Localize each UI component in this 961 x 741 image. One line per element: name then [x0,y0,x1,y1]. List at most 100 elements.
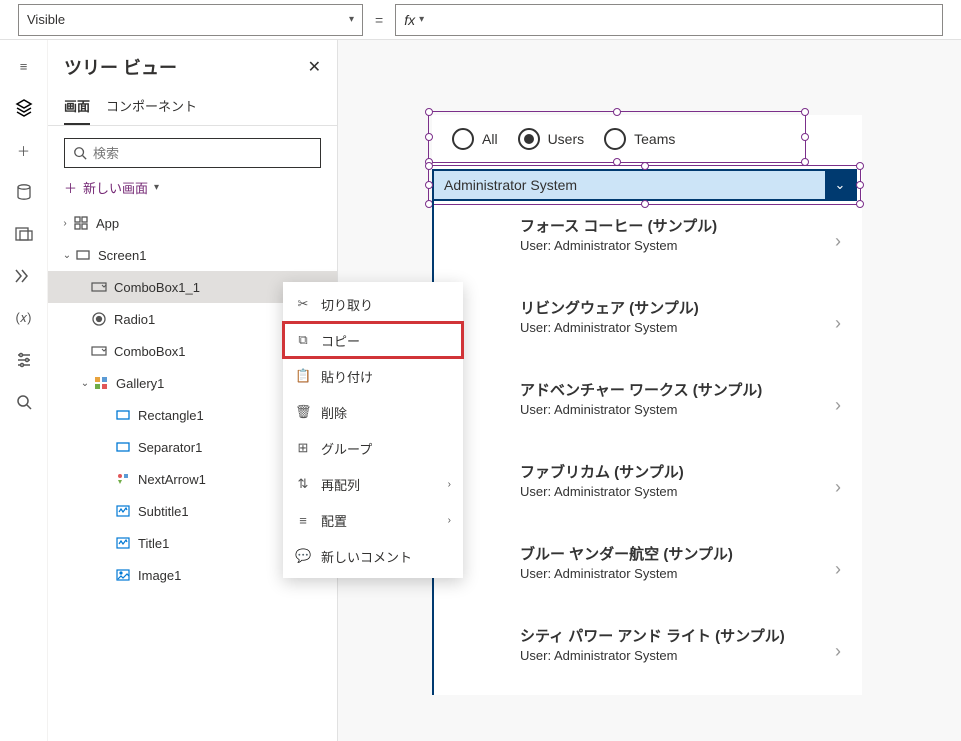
chevron-right-icon: › [835,313,841,334]
trash-icon: 🗑 [295,404,311,420]
menu-group[interactable]: ⊞ グループ [283,430,463,466]
menu-comment[interactable]: 💬 新しいコメント [283,538,463,574]
chevron-right-icon: › [835,231,841,252]
gallery-preview[interactable]: フォース コーヒー (サンプル)User: Administrator Syst… [432,201,857,695]
variables-icon[interactable]: (𝑥) [12,306,36,330]
gallery-item[interactable]: ブルー ヤンダー航空 (サンプル)User: Administrator Sys… [434,529,857,611]
menu-copy[interactable]: ⧉ コピー [283,322,463,358]
align-icon: ≡ [295,513,311,528]
tree-node-screen1[interactable]: ⌄ Screen1 [48,239,337,271]
text-icon [114,537,132,549]
tree-view-icon[interactable] [12,96,36,120]
gallery-item-subtitle: User: Administrator System [520,648,827,663]
chevron-down-icon[interactable]: ⌄ [78,378,92,389]
search-field[interactable] [93,146,312,161]
gallery-item-subtitle: User: Administrator System [520,238,827,253]
gallery-item-title: ファブリカム (サンプル) [520,461,827,482]
app-icon [72,216,90,230]
radio-button-icon [452,128,474,150]
plus-icon: ＋ [64,178,77,197]
gallery-item-title: リビングウェア (サンプル) [520,297,827,318]
tree-label: Screen1 [98,248,146,263]
paste-icon: 📋 [295,368,311,384]
property-selector[interactable]: Visible ▾ [18,4,363,36]
gallery-item-title: シティ パワー アンド ライト (サンプル) [520,625,827,646]
tree-label: Separator1 [138,440,202,455]
fx-icon: fx [404,12,415,28]
radio-group[interactable]: All Users Teams [432,115,802,163]
combobox-value: Administrator System [434,171,825,199]
combobox-icon [90,346,108,356]
image-icon [114,569,132,581]
gallery-item[interactable]: リビングウェア (サンプル)User: Administrator System… [434,283,857,365]
tab-screens[interactable]: 画面 [64,88,90,125]
equals-label: = [375,12,383,28]
chevron-down-icon: ▾ [154,182,159,193]
tree-label: ComboBox1 [114,344,186,359]
cut-icon: ✂ [295,296,311,312]
chevron-right-icon: › [835,641,841,662]
rectangle-icon [114,410,132,420]
new-screen-button[interactable]: ＋ 新しい画面 ▾ [48,174,337,207]
formula-bar: Visible ▾ = fx ▾ [0,0,961,40]
radio-users[interactable]: Users [518,128,585,150]
chevron-down-icon: ▾ [349,14,354,25]
data-icon[interactable] [12,180,36,204]
insert-icon[interactable]: ＋ [12,138,36,162]
left-rail: ≡ ＋ (𝑥) [0,40,48,741]
tree-label: Title1 [138,536,169,551]
tree-node-app[interactable]: › App [48,207,337,239]
tree-label: Radio1 [114,312,155,327]
gallery-item[interactable]: フォース コーヒー (サンプル)User: Administrator Syst… [434,201,857,283]
menu-cut[interactable]: ✂ 切り取り [283,286,463,322]
formula-input[interactable]: fx ▾ [395,4,943,36]
gallery-item[interactable]: シティ パワー アンド ライト (サンプル) User: Administrato… [434,611,857,693]
tree-label: NextArrow1 [138,472,206,487]
rectangle-icon [114,442,132,452]
gallery-item[interactable]: ファブリカム (サンプル)User: Administrator System› [434,447,857,529]
radio-button-icon [604,128,626,150]
tree-label: Rectangle1 [138,408,204,423]
search-input[interactable] [64,138,321,168]
close-icon[interactable]: ✕ [308,57,321,77]
tab-components[interactable]: コンポーネント [106,88,197,125]
combobox-icon [90,282,108,292]
screen-icon [74,250,92,260]
radio-icon [90,312,108,326]
search-icon [73,146,87,160]
menu-paste[interactable]: 📋 貼り付け [283,358,463,394]
property-name: Visible [27,12,65,27]
gallery-item-subtitle: User: Administrator System [520,566,827,581]
radio-teams[interactable]: Teams [604,128,675,150]
chevron-down-icon[interactable]: ⌄ [60,250,74,261]
reorder-icon: ⇅ [295,476,311,492]
radio-all[interactable]: All [452,128,498,150]
group-icon: ⊞ [295,440,311,456]
radio-button-icon [518,128,540,150]
icons-icon [114,472,132,486]
chevron-down-icon[interactable]: ⌄ [825,171,855,199]
copy-icon: ⧉ [295,332,311,348]
menu-delete[interactable]: 🗑 削除 [283,394,463,430]
tree-label: Subtitle1 [138,504,189,519]
tree-label: Image1 [138,568,181,583]
gallery-item[interactable]: アドベンチャー ワークス (サンプル)User: Administrator S… [434,365,857,447]
combobox-preview[interactable]: Administrator System ⌄ [432,169,857,201]
gallery-icon [92,376,110,390]
panel-tabs: 画面 コンポーネント [48,88,337,126]
artboard[interactable]: All Users Teams Administrator System ⌄ [432,115,862,695]
menu-align[interactable]: ≡ 配置 › [283,502,463,538]
search-icon[interactable] [12,390,36,414]
chevron-right-icon[interactable]: › [58,218,72,229]
settings-icon[interactable] [12,348,36,372]
flows-icon[interactable] [12,264,36,288]
chevron-right-icon: › [835,395,841,416]
comment-icon: 💬 [295,548,311,564]
media-icon[interactable] [12,222,36,246]
chevron-down-icon: ▾ [419,14,424,25]
tree-label: Gallery1 [116,376,164,391]
menu-reorder[interactable]: ⇅ 再配列 › [283,466,463,502]
panel-title: ツリー ビュー [64,54,177,80]
gallery-item-subtitle: User: Administrator System [520,402,827,417]
hamburger-icon[interactable]: ≡ [12,54,36,78]
